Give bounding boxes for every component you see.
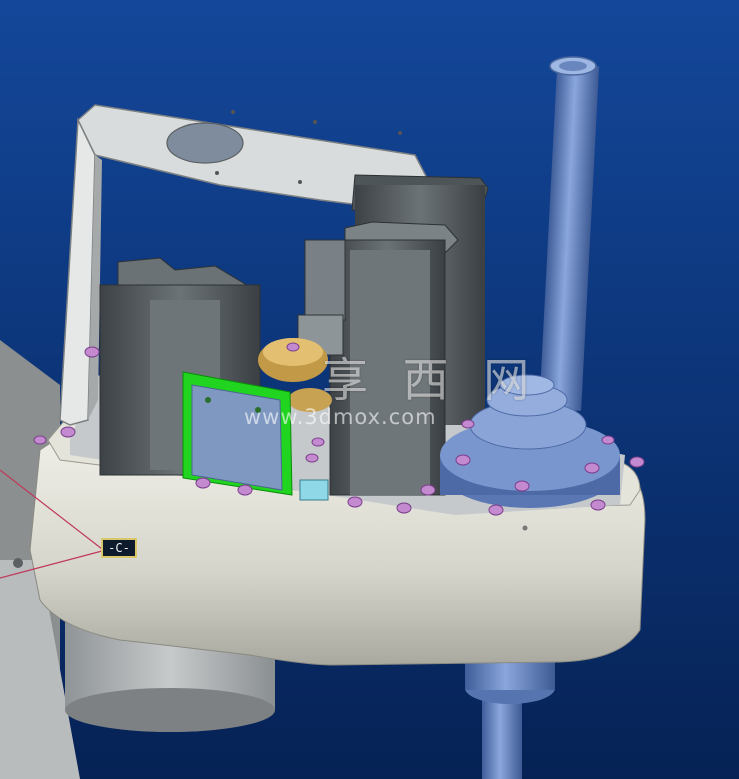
bolt bbox=[455, 454, 471, 466]
bracket-screw-1 bbox=[231, 110, 235, 114]
bolt bbox=[237, 484, 253, 496]
bolt bbox=[396, 502, 412, 514]
bolt bbox=[60, 426, 76, 438]
brass-bearing-top bbox=[263, 338, 323, 366]
bracket-screw-3 bbox=[398, 131, 402, 135]
datum-tag-c[interactable]: -C- bbox=[101, 538, 137, 558]
watermark-url: www.3dmox.com bbox=[244, 405, 437, 429]
bolt bbox=[590, 499, 606, 511]
bolt bbox=[601, 435, 615, 445]
bolt bbox=[33, 435, 47, 445]
bracket-screw-2 bbox=[313, 120, 317, 124]
bolt bbox=[84, 346, 100, 358]
cyan-detail bbox=[299, 479, 329, 501]
bracket-screw-5 bbox=[298, 180, 302, 184]
bolt bbox=[286, 342, 300, 352]
shaft-collar-body bbox=[465, 660, 555, 690]
watermark-chinese: 享 西 网 bbox=[322, 353, 540, 407]
bracket-hole bbox=[166, 122, 244, 164]
bracket-screw-4 bbox=[215, 171, 219, 175]
bolt bbox=[305, 453, 319, 463]
lower-cylinder-bottom bbox=[65, 688, 275, 732]
pcb-mark-1 bbox=[205, 397, 211, 403]
middle-block-upper bbox=[304, 239, 346, 321]
bolt bbox=[514, 480, 530, 492]
bolt bbox=[584, 462, 600, 474]
cad-viewport[interactable]: -C- 享 西 网 www.3dmox.com bbox=[0, 0, 739, 779]
bolt bbox=[311, 437, 325, 447]
bolt bbox=[461, 419, 475, 429]
bolt bbox=[347, 496, 363, 508]
bolt bbox=[488, 504, 504, 516]
housing-hole bbox=[13, 558, 23, 568]
shaft-top-bore bbox=[559, 61, 587, 71]
bolt bbox=[195, 477, 211, 489]
bolt bbox=[629, 456, 645, 468]
shaft-upper bbox=[539, 64, 600, 411]
bolt bbox=[420, 484, 436, 496]
housing-dot bbox=[522, 525, 528, 531]
